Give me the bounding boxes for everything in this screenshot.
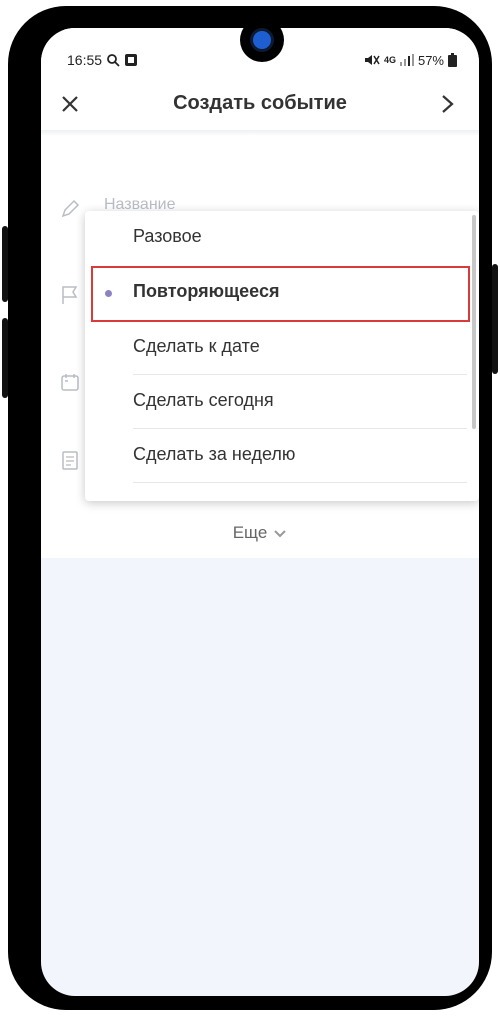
divider	[133, 482, 467, 483]
battery-percent: 57%	[417, 52, 444, 68]
notification-app-icon	[125, 54, 138, 66]
app-header: Создать событие	[41, 86, 479, 130]
page-title: Создать событие	[173, 92, 347, 114]
power-button	[2, 318, 8, 398]
battery-icon	[448, 53, 457, 67]
dropdown-option-one-time[interactable]: Разовое	[85, 211, 479, 265]
dropdown-option-by-date[interactable]: Сделать к дате	[85, 321, 479, 375]
more-label: Еще	[232, 523, 268, 542]
more-button[interactable]: Еще	[41, 523, 479, 543]
option-label: Сделать к дате	[133, 336, 260, 356]
phone-frame: 16:55 4G 57% Создать событие Название Ещ	[2, 6, 498, 1010]
pencil-icon	[61, 199, 80, 218]
chevron-right-icon[interactable]	[439, 92, 457, 116]
notes-icon	[62, 451, 78, 470]
screen: 16:55 4G 57% Создать событие Название Ещ	[41, 28, 479, 996]
option-label: Разовое	[133, 226, 202, 246]
dropdown-option-this-week[interactable]: Сделать за неделю	[85, 429, 479, 483]
flag-icon	[62, 286, 78, 304]
calendar-icon	[61, 374, 79, 391]
dropdown-option-today[interactable]: Сделать сегодня	[85, 375, 479, 429]
event-type-dropdown: Разовое Повторяющееся Сделать к дате Сде…	[85, 211, 479, 501]
front-camera	[240, 18, 284, 62]
header-shadow	[41, 130, 479, 136]
volume-button	[2, 226, 8, 302]
side-button-right	[492, 264, 498, 374]
signal-icon	[399, 54, 414, 66]
status-time: 16:55	[67, 52, 103, 68]
network-type: 4G	[383, 55, 396, 65]
search-icon	[107, 54, 120, 67]
mute-icon	[364, 55, 380, 65]
option-label: Сделать за неделю	[133, 444, 296, 464]
chevron-down-icon	[274, 529, 287, 537]
selection-highlight	[91, 266, 470, 322]
option-label: Сделать сегодня	[133, 390, 274, 410]
dropdown-scrollbar[interactable]	[472, 215, 476, 429]
